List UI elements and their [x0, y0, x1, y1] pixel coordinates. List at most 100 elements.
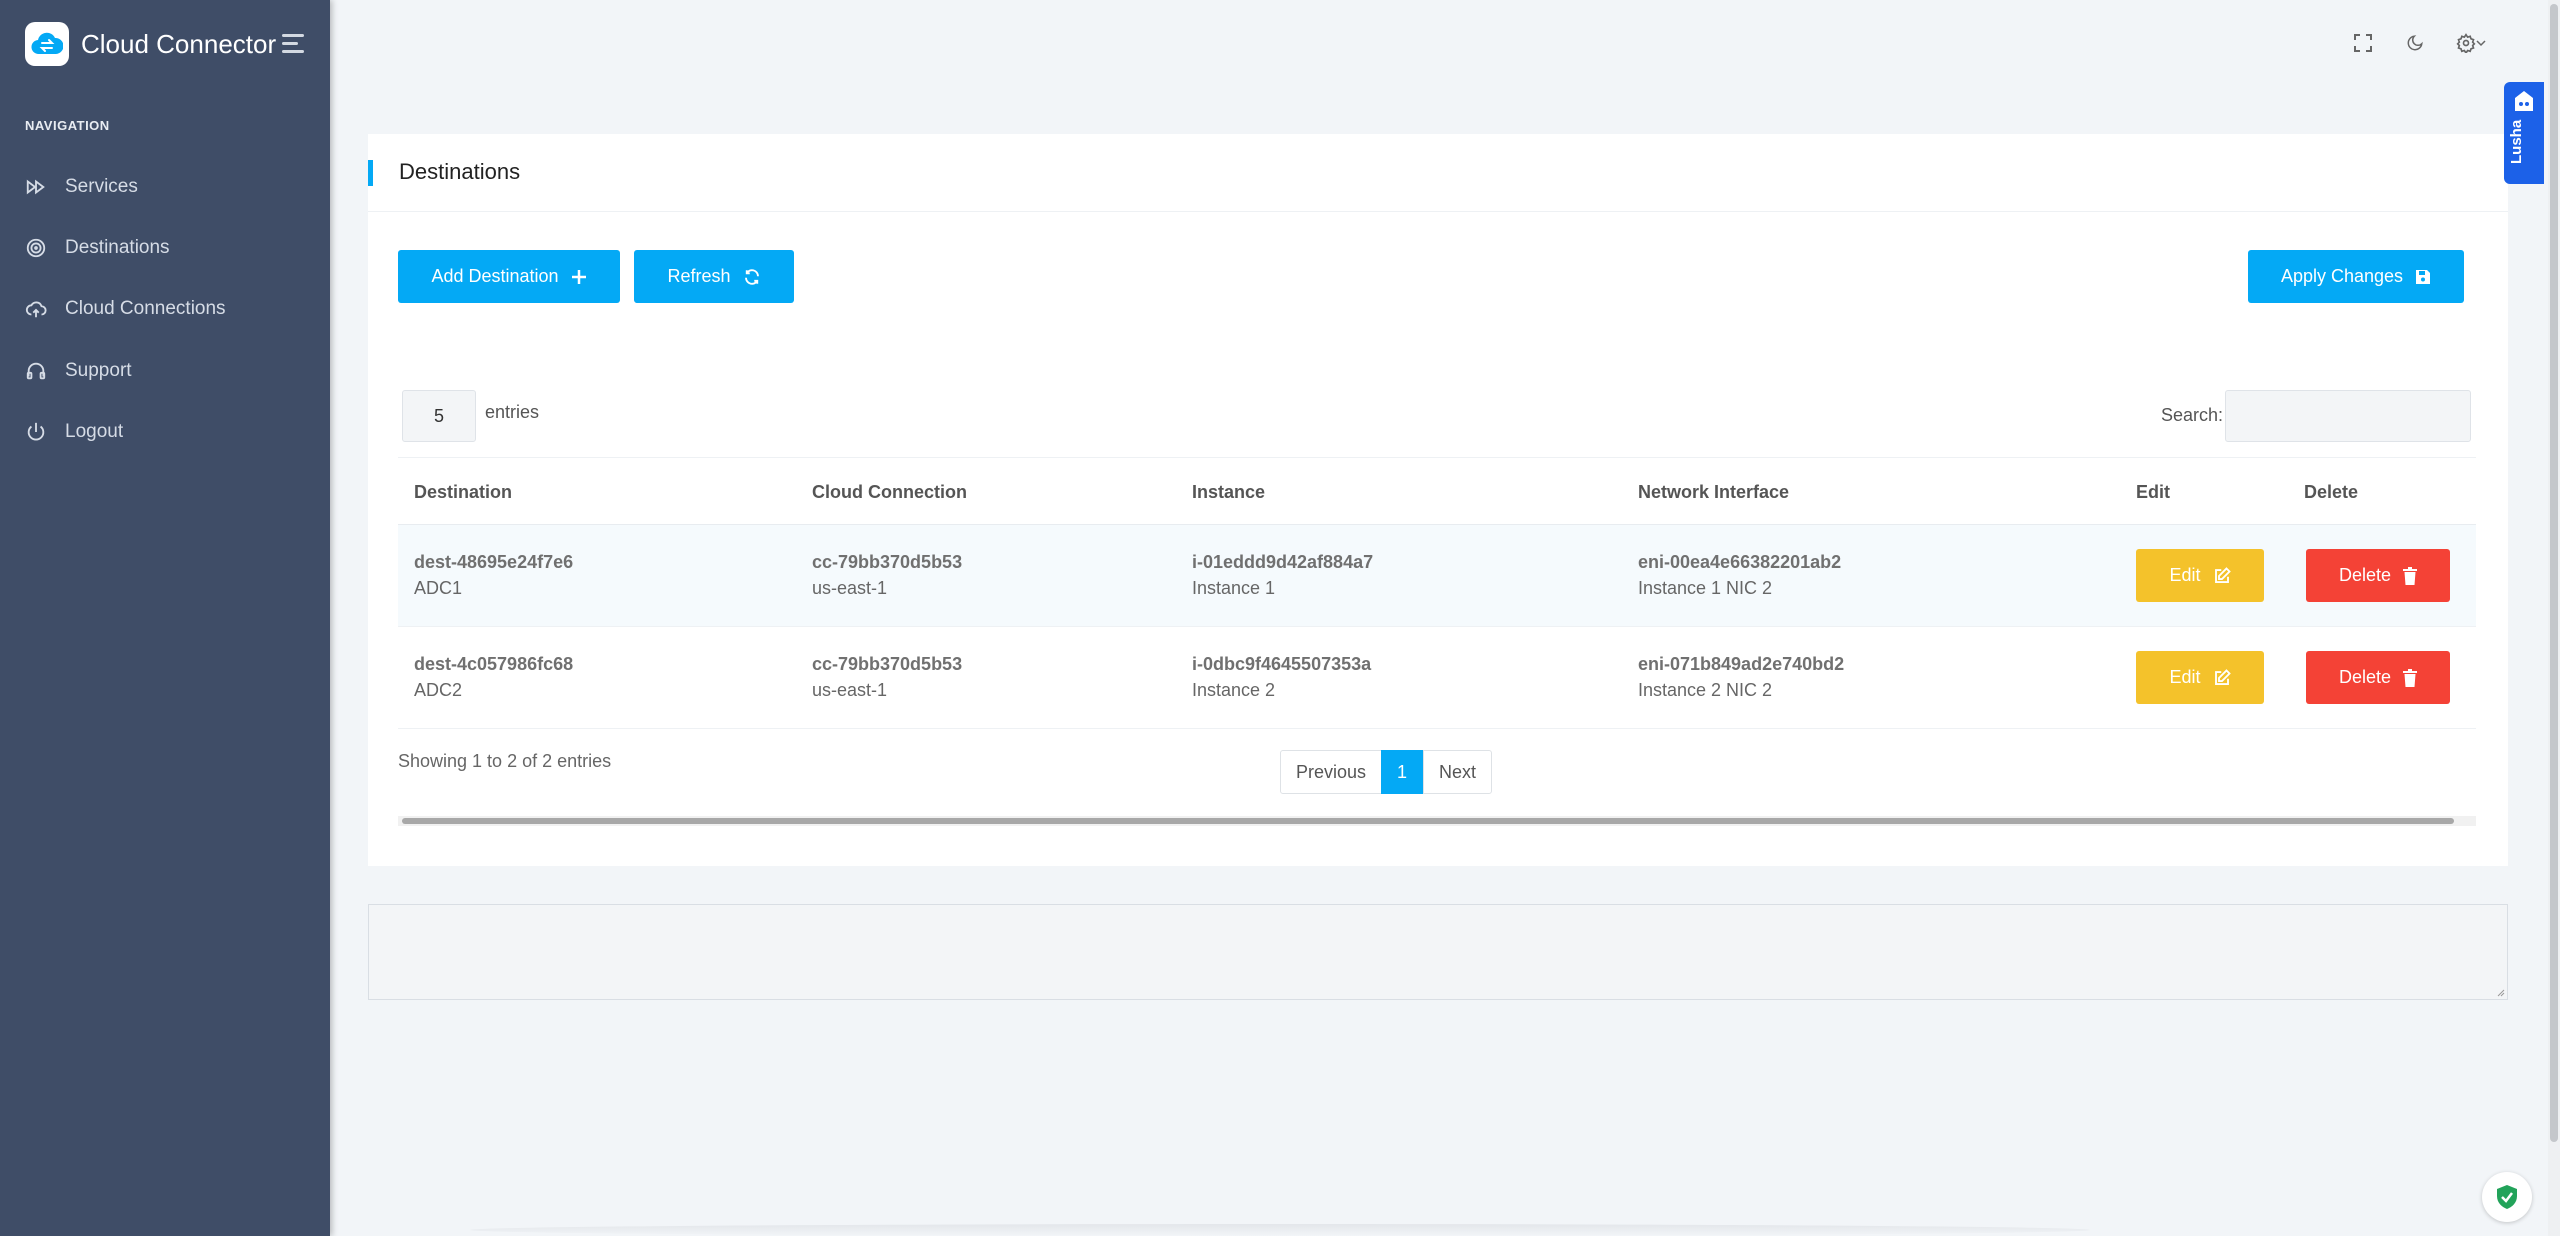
plus-icon	[571, 269, 586, 284]
refresh-label: Refresh	[667, 266, 731, 286]
destination-name: ADC1	[414, 578, 463, 598]
destination-cell: dest-4c057986fc68 ADC2	[414, 651, 573, 703]
sidebar-item-label: Support	[65, 360, 132, 381]
entries-label: entries	[485, 402, 540, 422]
network-interface-cell: eni-00ea4e66382201ab2 Instance 1 NIC 2	[1638, 549, 1841, 601]
sidebar-item-logout[interactable]: Logout	[25, 412, 123, 452]
title-accent-bar	[368, 160, 373, 186]
headphones-icon	[26, 362, 46, 380]
lusha-label: Lusha	[2508, 119, 2525, 164]
page-vertical-scrollbar[interactable]	[2548, 0, 2560, 1236]
column-header-destination[interactable]: Destination	[414, 482, 512, 503]
pagination-page-1[interactable]: 1	[1381, 750, 1423, 794]
card-header: Destinations	[368, 134, 2508, 212]
edit-icon	[2214, 566, 2231, 583]
column-header-instance[interactable]: Instance	[1192, 482, 1265, 503]
sidebar: Cloud Connector NAVIGATION Services Dest…	[0, 0, 330, 1236]
moon-icon[interactable]	[2402, 30, 2428, 56]
pagination-next[interactable]: Next	[1423, 750, 1492, 794]
menu-toggle-icon[interactable]	[282, 34, 306, 54]
table-row: dest-4c057986fc68 ADC2 cc-79bb370d5b53 u…	[398, 627, 2476, 729]
instance-name: Instance 2	[1192, 680, 1276, 700]
fast-forward-icon	[26, 179, 45, 195]
app-title: Cloud Connector	[81, 28, 277, 59]
edit-label: Edit	[2169, 667, 2201, 687]
lusha-logo-icon	[2515, 91, 2533, 111]
shield-check-icon[interactable]	[2482, 1172, 2532, 1222]
table-horizontal-scrollbar[interactable]	[398, 816, 2476, 826]
save-icon	[2416, 269, 2431, 284]
brand[interactable]: Cloud Connector	[25, 22, 276, 66]
sidebar-item-label: Cloud Connections	[65, 298, 226, 319]
trash-icon	[2403, 668, 2418, 687]
column-header-cloud-connection[interactable]: Cloud Connection	[812, 482, 967, 503]
instance-id: i-0dbc9f4645507353a	[1192, 654, 1372, 674]
destination-cell: dest-48695e24f7e6 ADC1	[414, 549, 573, 601]
power-icon	[27, 422, 45, 441]
trash-icon	[2403, 566, 2418, 585]
cloud-connection-cell: cc-79bb370d5b53 us-east-1	[812, 651, 962, 703]
table-row: dest-48695e24f7e6 ADC1 cc-79bb370d5b53 u…	[398, 525, 2476, 627]
column-header-network-interface[interactable]: Network Interface	[1638, 482, 1789, 503]
sidebar-item-destinations[interactable]: Destinations	[25, 228, 170, 268]
connection-region: us-east-1	[812, 680, 888, 700]
pagination-previous[interactable]: Previous	[1280, 750, 1382, 794]
bottom-shadow	[470, 1224, 2090, 1236]
search-input[interactable]	[2225, 390, 2471, 442]
nic-name: Instance 1 NIC 2	[1638, 578, 1773, 598]
instance-id: i-01eddd9d42af884a7	[1192, 552, 1374, 572]
lusha-widget[interactable]: Lusha	[2504, 82, 2544, 184]
network-interface-cell: eni-071b849ad2e740bd2 Instance 2 NIC 2	[1638, 651, 1844, 703]
delete-button[interactable]: Delete	[2306, 651, 2450, 704]
target-icon	[26, 238, 46, 258]
apply-changes-label: Apply Changes	[2280, 266, 2404, 286]
instance-cell: i-01eddd9d42af884a7 Instance 1	[1192, 549, 1373, 601]
sidebar-item-support[interactable]: Support	[25, 351, 132, 391]
refresh-icon	[744, 268, 759, 285]
sidebar-item-label: Destinations	[65, 237, 170, 258]
table-info: Showing 1 to 2 of 2 entries	[398, 751, 612, 771]
instance-cell: i-0dbc9f4645507353a Instance 2	[1192, 651, 1371, 703]
chevron-down-icon	[2476, 40, 2486, 47]
sidebar-item-services[interactable]: Services	[25, 167, 138, 207]
nav-caption: NAVIGATION	[25, 118, 110, 133]
scrollbar-thumb[interactable]	[2550, 4, 2558, 1142]
entries-select[interactable]: 5	[402, 390, 476, 442]
destinations-card: Destinations Add Destination Refresh App…	[368, 134, 2508, 866]
destination-name: ADC2	[414, 680, 463, 700]
sidebar-item-label: Logout	[65, 421, 124, 442]
delete-label: Delete	[2338, 667, 2392, 687]
page-title: Destinations	[399, 159, 521, 184]
scrollbar-thumb[interactable]	[402, 818, 2454, 824]
instance-name: Instance 1	[1192, 578, 1276, 598]
fullscreen-icon[interactable]	[2350, 30, 2376, 56]
cloud-connection-cell: cc-79bb370d5b53 us-east-1	[812, 549, 962, 601]
connection-id: cc-79bb370d5b53	[812, 654, 963, 674]
add-destination-label: Add Destination	[431, 266, 559, 286]
edit-button[interactable]: Edit	[2136, 549, 2264, 602]
column-header-delete[interactable]: Delete	[2304, 482, 2358, 503]
edit-button[interactable]: Edit	[2136, 651, 2264, 704]
destinations-table: Destination Cloud Connection Instance Ne…	[398, 457, 2476, 729]
column-header-edit[interactable]: Edit	[2136, 482, 2170, 503]
table-header: Destination Cloud Connection Instance Ne…	[398, 457, 2476, 525]
edit-label: Edit	[2169, 565, 2201, 585]
connection-region: us-east-1	[812, 578, 888, 598]
nic-id: eni-071b849ad2e740bd2	[1638, 654, 1845, 674]
edit-icon	[2214, 668, 2231, 685]
sidebar-item-label: Services	[65, 176, 138, 197]
destination-id: dest-4c057986fc68	[414, 654, 574, 674]
add-destination-button[interactable]: Add Destination	[398, 250, 620, 303]
delete-button[interactable]: Delete	[2306, 549, 2450, 602]
output-textarea[interactable]	[368, 904, 2508, 1000]
nic-name: Instance 2 NIC 2	[1638, 680, 1773, 700]
settings-icon[interactable]	[2454, 30, 2488, 56]
sidebar-item-cloud-connections[interactable]: Cloud Connections	[25, 289, 226, 329]
search-label: Search:	[2161, 405, 2224, 425]
refresh-button[interactable]: Refresh	[634, 250, 794, 303]
resize-handle-icon[interactable]	[2495, 987, 2505, 997]
nic-id: eni-00ea4e66382201ab2	[1638, 552, 1842, 572]
delete-label: Delete	[2338, 565, 2392, 585]
apply-changes-button[interactable]: Apply Changes	[2248, 250, 2464, 303]
connection-id: cc-79bb370d5b53	[812, 552, 963, 572]
